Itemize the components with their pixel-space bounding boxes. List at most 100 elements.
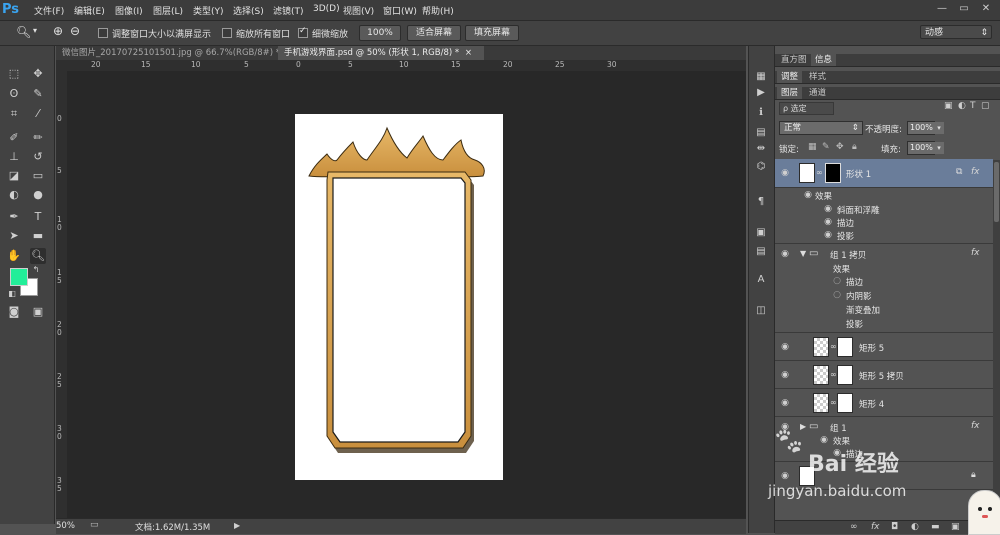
visibility-eye-icon[interactable]: ◉ bbox=[780, 342, 790, 352]
new-adjustment-icon[interactable]: ◐ bbox=[911, 522, 919, 532]
lock-position-icon[interactable]: ✥ bbox=[836, 142, 844, 152]
adjust-icon[interactable]: ⇹ bbox=[754, 142, 768, 156]
eyedropper-icon[interactable]: ⁄ bbox=[30, 106, 46, 122]
fx-icon[interactable]: fx bbox=[971, 421, 980, 431]
history-brush-icon[interactable]: ↺ bbox=[30, 149, 46, 165]
visibility-eye-icon[interactable]: ◉ bbox=[823, 217, 833, 227]
play-icon[interactable]: ▶ bbox=[234, 521, 240, 530]
navigator-icon[interactable]: ▣ bbox=[754, 226, 768, 240]
filter-shape-icon[interactable]: ▢ bbox=[981, 101, 990, 111]
tab-info[interactable]: 信息 bbox=[811, 54, 837, 66]
visibility-eye-icon[interactable]: ○ bbox=[832, 276, 842, 286]
quick-select-icon[interactable]: ✎ bbox=[30, 86, 46, 102]
tab-channels[interactable]: 通道 bbox=[805, 87, 830, 99]
marquee-icon[interactable]: ⬚ bbox=[6, 66, 22, 82]
resize-windows-checkbox[interactable] bbox=[98, 28, 108, 38]
tab-layers[interactable]: 图层 bbox=[777, 87, 803, 99]
tab-styles[interactable]: 样式 bbox=[805, 71, 830, 83]
layer-rectangle-5[interactable]: ◉ ∞ 矩形 5 bbox=[775, 333, 993, 361]
menu-file[interactable]: 文件(F) bbox=[34, 4, 64, 17]
lasso-icon[interactable]: ʘ bbox=[6, 86, 22, 102]
character-icon[interactable]: A bbox=[754, 273, 768, 287]
layers-scrollbar[interactable] bbox=[993, 160, 1000, 515]
scrollbar-thumb[interactable] bbox=[994, 162, 999, 222]
menu-layer[interactable]: 图层(L) bbox=[153, 4, 183, 17]
effect-drop-shadow[interactable]: 投影 bbox=[846, 318, 863, 330]
chevron-down-icon[interactable]: ▾ bbox=[934, 122, 944, 134]
filter-image-icon[interactable]: ▣ bbox=[944, 101, 953, 111]
visibility-eye-icon[interactable]: ◉ bbox=[780, 168, 790, 178]
zoom-level[interactable]: 50% bbox=[56, 521, 75, 531]
menu-image[interactable]: 图像(I) bbox=[115, 4, 143, 17]
type-icon[interactable]: T bbox=[30, 209, 46, 225]
healing-brush-icon[interactable]: ✐ bbox=[6, 130, 22, 146]
close-icon[interactable]: × bbox=[465, 48, 472, 58]
hand-icon[interactable]: ✋ bbox=[6, 248, 22, 264]
filter-adjust-icon[interactable]: ◐ bbox=[958, 101, 966, 111]
effect-drop-shadow[interactable]: 投影 bbox=[837, 230, 854, 242]
brush-icon[interactable]: ✏ bbox=[30, 130, 46, 146]
shape-icon[interactable]: ▬ bbox=[30, 228, 46, 244]
pen-icon[interactable]: ✒ bbox=[6, 209, 22, 225]
effect-stroke[interactable]: 描边 bbox=[846, 276, 863, 288]
lock-transparent-icon[interactable]: ▦ bbox=[808, 142, 817, 152]
tool-presets-icon[interactable]: ⌬ bbox=[754, 160, 768, 174]
scrubby-zoom-checkbox[interactable]: ✓ bbox=[298, 26, 308, 38]
notes-icon[interactable]: ▤ bbox=[754, 245, 768, 259]
expand-arrow-icon[interactable]: ▼ bbox=[800, 249, 806, 258]
clone-stamp-icon[interactable]: ⊥ bbox=[6, 149, 22, 165]
fit-screen-button[interactable]: 适合屏幕 bbox=[407, 25, 461, 41]
lock-all-icon[interactable]: 🔒︎ bbox=[852, 142, 857, 152]
workspace-select[interactable]: 动感 ⇕ bbox=[920, 25, 992, 39]
quick-mask-icon[interactable]: ◙ bbox=[6, 304, 22, 320]
fx-icon[interactable]: fx bbox=[971, 167, 980, 177]
blur-icon[interactable]: ◐ bbox=[6, 187, 22, 203]
visibility-eye-icon[interactable]: ◉ bbox=[780, 471, 790, 481]
fx-icon[interactable]: fx bbox=[971, 248, 980, 258]
tab-wechat-image[interactable]: 微信图片_20170725101501.jpg @ 66.7%(RGB/8#) … bbox=[56, 46, 293, 60]
zoom-tool-icon[interactable]: 🔍︎ bbox=[16, 25, 31, 39]
effect-bevel-emboss[interactable]: 斜面和浮雕 bbox=[837, 204, 880, 216]
layer-filter-select[interactable]: ρ 选定 bbox=[779, 102, 834, 115]
chevron-down-icon[interactable]: ▾ bbox=[934, 142, 944, 154]
close-button[interactable]: ✕ bbox=[976, 2, 996, 16]
path-select-icon[interactable]: ➤ bbox=[6, 228, 22, 244]
maximize-button[interactable]: ▭ bbox=[954, 2, 974, 16]
fill-input[interactable]: 100% bbox=[907, 141, 935, 155]
effect-gradient-overlay[interactable]: 渐变叠加 bbox=[846, 304, 880, 316]
crop-icon[interactable]: ⌗ bbox=[6, 106, 22, 122]
filter-type-icon[interactable]: T bbox=[970, 101, 976, 111]
visibility-eye-icon[interactable]: ◉ bbox=[823, 204, 833, 214]
visibility-eye-icon[interactable]: ◉ bbox=[780, 398, 790, 408]
zoom-out-icon[interactable]: ⊖ bbox=[70, 24, 80, 38]
swap-colors-icon[interactable]: ↰ bbox=[28, 262, 44, 278]
minimize-button[interactable]: — bbox=[932, 2, 952, 16]
visibility-eye-icon[interactable]: ○ bbox=[832, 290, 842, 300]
menu-edit[interactable]: 编辑(E) bbox=[74, 4, 105, 17]
layer-comps-icon[interactable]: ◫ bbox=[754, 304, 768, 318]
eraser-icon[interactable]: ◪ bbox=[6, 168, 22, 184]
visibility-eye-icon[interactable]: ◉ bbox=[780, 370, 790, 380]
visibility-eye-icon[interactable]: ◉ bbox=[823, 230, 833, 240]
new-layer-icon[interactable]: ▣ bbox=[951, 522, 960, 532]
actual-pixels-button[interactable]: 100% bbox=[359, 25, 401, 41]
menu-window[interactable]: 窗口(W) bbox=[383, 4, 417, 17]
lock-pixels-icon[interactable]: ✎ bbox=[822, 142, 830, 152]
foreground-color-swatch[interactable] bbox=[10, 268, 28, 286]
visibility-eye-icon[interactable]: ◉ bbox=[780, 249, 790, 259]
blend-mode-select[interactable]: 正常 ⇕ bbox=[779, 121, 863, 135]
add-mask-icon[interactable]: ◘ bbox=[891, 522, 898, 532]
menu-filter[interactable]: 滤镜(T) bbox=[273, 4, 304, 17]
effect-inner-shadow[interactable]: 内阴影 bbox=[846, 290, 872, 302]
paragraph-icon[interactable]: ¶ bbox=[754, 195, 768, 209]
menu-type[interactable]: 类型(Y) bbox=[193, 4, 224, 17]
fill-screen-button[interactable]: 填充屏幕 bbox=[465, 25, 519, 41]
layer-rectangle-5-copy[interactable]: ◉ ∞ 矩形 5 拷贝 bbox=[775, 361, 993, 389]
menu-3d[interactable]: 3D(D) bbox=[313, 4, 340, 14]
properties-icon[interactable]: ▤ bbox=[754, 126, 768, 140]
document-canvas[interactable] bbox=[295, 114, 503, 480]
default-colors-icon[interactable]: ◧ bbox=[4, 286, 20, 302]
layer-rectangle-4[interactable]: ◉ ∞ 矩形 4 bbox=[775, 389, 993, 417]
info-icon[interactable]: ℹ bbox=[754, 106, 768, 120]
zoom-all-checkbox[interactable] bbox=[222, 28, 232, 38]
